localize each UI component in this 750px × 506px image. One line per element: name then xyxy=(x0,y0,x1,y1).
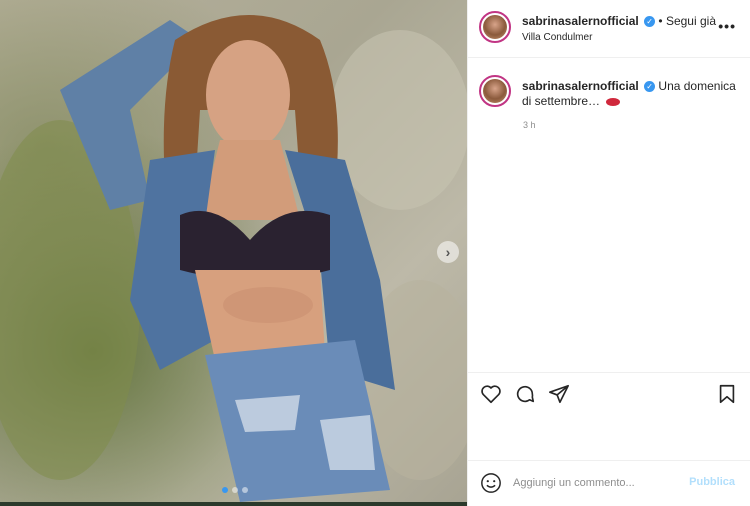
post-side-panel: sabrinasalernofficial ✓ • Segui già Vill… xyxy=(467,0,750,506)
location-link[interactable]: Villa Condulmer xyxy=(522,32,592,43)
verified-check-icon: ✓ xyxy=(644,16,656,28)
post-header: sabrinasalernofficial ✓ • Segui già Vill… xyxy=(468,0,750,58)
chevron-right-icon: › xyxy=(445,244,451,260)
avatar[interactable] xyxy=(479,11,511,43)
verified-check-icon: ✓ xyxy=(644,81,656,93)
smiley-icon[interactable] xyxy=(480,472,502,494)
more-dots-icon[interactable]: ••• xyxy=(718,18,736,34)
bookmark-icon[interactable] xyxy=(716,383,738,405)
header-user-line: sabrinasalernofficial ✓ • Segui già xyxy=(522,14,716,28)
carousel-next-button[interactable]: › xyxy=(437,241,459,263)
caption-avatar[interactable] xyxy=(479,75,511,107)
lips-emoji-icon xyxy=(606,97,621,106)
follow-status[interactable]: • Segui già xyxy=(658,14,716,28)
publish-button[interactable]: Pubblica xyxy=(689,476,735,488)
comment-input[interactable] xyxy=(513,473,683,493)
header-username[interactable]: sabrinasalernofficial xyxy=(522,14,639,28)
carousel-dot xyxy=(242,487,248,493)
caption: sabrinasalernofficial ✓ Una domenica di … xyxy=(522,79,737,109)
post-photo[interactable]: › xyxy=(0,0,467,502)
post-timestamp[interactable]: 3 h xyxy=(523,120,536,130)
carousel-dot xyxy=(232,487,238,493)
carousel-indicator xyxy=(222,487,248,493)
action-bar xyxy=(468,372,750,416)
caption-username[interactable]: sabrinasalernofficial xyxy=(522,79,639,93)
carousel-dot xyxy=(222,487,228,493)
heart-icon[interactable] xyxy=(480,383,502,405)
comment-bar: Pubblica xyxy=(468,460,750,504)
photo-figure xyxy=(0,15,467,502)
comment-bubble-icon[interactable] xyxy=(514,383,536,405)
paper-plane-icon[interactable] xyxy=(548,383,570,405)
